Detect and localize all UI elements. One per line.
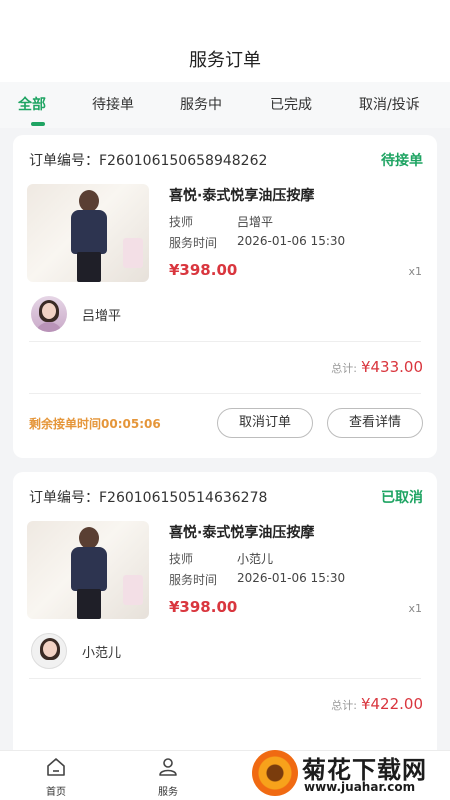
- thumbnail-decor: [123, 575, 143, 605]
- service-time-value: 2026-01-06 15:30: [237, 234, 346, 248]
- avatar-face: [43, 641, 57, 657]
- order-status-tabs: 全部 待接单 服务中 已完成 取消/投诉: [0, 82, 450, 128]
- avatar-shoulders: [35, 322, 63, 332]
- nav-home-label: 首页: [46, 787, 66, 798]
- page-title: 服务订单: [189, 50, 261, 71]
- technician-value: 吕增平: [237, 215, 274, 229]
- order-total: 总计: ¥422.00: [331, 694, 423, 713]
- order-number: 订单编号：F260106150658948262: [29, 153, 268, 169]
- service-time-label: 服务时间: [169, 573, 218, 587]
- order-card[interactable]: 订单编号：F260106150658948262 待接单 喜悦·泰式悦享油压按摩…: [13, 135, 437, 458]
- service-price: ¥398.00: [169, 598, 238, 616]
- order-card[interactable]: 订单编号：F260106150514636278 已取消 喜悦·泰式悦享油压按摩…: [13, 472, 437, 772]
- tab-pending[interactable]: 待接单: [92, 94, 134, 114]
- site-watermark: 菊花下载网 www.juahar.com: [250, 748, 450, 800]
- tab-cancel-complaint[interactable]: 取消/投诉: [359, 94, 420, 114]
- service-title: 喜悦·泰式悦享油压按摩: [169, 525, 315, 541]
- thumbnail-figure-legs: [77, 252, 101, 282]
- total-value: ¥433.00: [360, 358, 423, 376]
- nav-home[interactable]: 首页: [26, 757, 86, 798]
- watermark-url: www.juahar.com: [304, 780, 416, 794]
- thumbnail-figure-body: [71, 547, 107, 591]
- total-label: 总计:: [331, 362, 357, 375]
- tab-completed[interactable]: 已完成: [270, 94, 312, 114]
- thumbnail-figure-legs: [77, 589, 101, 619]
- service-icon: [159, 758, 177, 776]
- technician-label: 技师: [169, 552, 194, 566]
- thumbnail-figure-head: [79, 190, 99, 212]
- service-title: 喜悦·泰式悦享油压按摩: [169, 188, 315, 204]
- total-label: 总计:: [331, 699, 357, 712]
- order-status-badge: 待接单: [381, 153, 423, 169]
- service-price: ¥398.00: [169, 261, 238, 279]
- home-icon: [47, 758, 65, 776]
- cancel-order-button[interactable]: 取消订单: [217, 408, 313, 438]
- service-time-label: 服务时间: [169, 236, 218, 250]
- service-quantity: x1: [408, 602, 422, 615]
- tab-all[interactable]: 全部: [18, 94, 46, 114]
- avatar-face: [42, 303, 56, 319]
- tab-in-service[interactable]: 服务中: [180, 94, 222, 114]
- divider: [29, 341, 421, 342]
- nav-service-label: 服务: [158, 787, 178, 798]
- technician-avatar[interactable]: [31, 296, 67, 332]
- total-value: ¥422.00: [360, 695, 423, 713]
- technician-value: 小范儿: [237, 552, 274, 566]
- thumbnail-decor: [123, 238, 143, 268]
- divider: [29, 393, 421, 394]
- thumbnail-figure-head: [79, 527, 99, 549]
- thumbnail-figure-body: [71, 210, 107, 254]
- service-time-value: 2026-01-06 15:30: [237, 571, 346, 585]
- flower-logo-icon: [252, 750, 298, 796]
- page-header: 服务订单: [0, 0, 450, 82]
- service-quantity: x1: [408, 265, 422, 278]
- view-details-button[interactable]: 查看详情: [327, 408, 423, 438]
- nav-service[interactable]: 服务: [138, 757, 198, 798]
- order-number: 订单编号：F260106150514636278: [29, 490, 268, 506]
- technician-label: 技师: [169, 215, 194, 229]
- service-thumbnail[interactable]: [27, 521, 149, 619]
- active-tab-indicator: [31, 122, 45, 126]
- accept-countdown: 剩余接单时间00:05:06: [29, 417, 161, 431]
- order-total: 总计: ¥433.00: [331, 357, 423, 376]
- order-status-badge: 已取消: [381, 490, 423, 506]
- divider: [29, 678, 421, 679]
- technician-name: 小范儿: [82, 646, 122, 661]
- technician-name: 吕增平: [82, 309, 122, 324]
- technician-avatar[interactable]: [31, 633, 67, 669]
- service-thumbnail[interactable]: [27, 184, 149, 282]
